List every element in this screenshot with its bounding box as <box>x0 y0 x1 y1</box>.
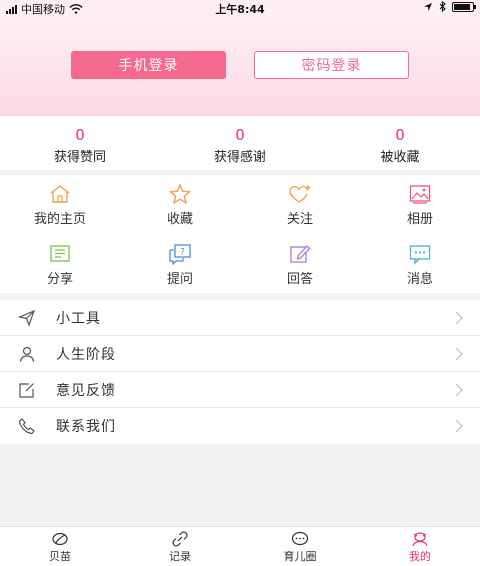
share-icon <box>50 245 70 262</box>
stat-favorited[interactable]: 0 被收藏 <box>320 116 480 170</box>
phone-login-button[interactable]: 手机登录 <box>71 51 226 79</box>
grid-item-favorites[interactable]: 收藏 <box>120 183 240 227</box>
link-icon <box>172 531 188 547</box>
chevron-right-icon <box>455 419 463 433</box>
grid-item-messages[interactable]: 消息 <box>360 243 480 287</box>
grid-item-follow[interactable]: 关注 <box>240 183 360 227</box>
message-icon <box>409 245 431 265</box>
paper-plane-icon <box>18 309 36 327</box>
status-time: 上午8:44 <box>215 3 265 16</box>
chevron-right-icon <box>455 383 463 396</box>
grid-label-favorites: 收藏 <box>166 212 193 227</box>
stat-thanks[interactable]: 0 获得感谢 <box>160 116 320 170</box>
tab-mine[interactable]: 我的 <box>360 527 480 566</box>
stats-bar: 0 获得赞同 0 获得感谢 0 被收藏 <box>0 116 480 170</box>
tab-parenting-circle[interactable]: 育儿圈 <box>240 527 360 566</box>
tab-label-records: 记录 <box>169 550 191 563</box>
phone-icon <box>18 418 35 435</box>
heart-plus-icon <box>289 185 311 203</box>
grid-label-ask: 提问 <box>166 272 193 287</box>
stat-favorited-label: 被收藏 <box>380 150 420 165</box>
pencil-icon <box>290 245 311 263</box>
tab-label-mine: 我的 <box>409 550 431 563</box>
login-header: 手机登录 密码登录 <box>0 16 480 116</box>
stat-likes-value: 0 <box>75 126 85 144</box>
feature-grid: 我的主页 收藏 关注 相册 分享 ? 提问 回答 消息 <box>0 175 480 293</box>
person-icon <box>19 346 35 362</box>
stat-thanks-value: 0 <box>235 126 245 144</box>
grid-label-album: 相册 <box>406 212 433 227</box>
bluetooth-icon <box>439 1 446 12</box>
list-item-tools[interactable]: 小工具 <box>0 300 480 336</box>
grid-item-homepage[interactable]: 我的主页 <box>0 183 120 227</box>
stat-likes-label: 获得赞同 <box>53 150 106 165</box>
feedback-icon <box>19 382 34 398</box>
svg-text:?: ? <box>180 248 185 258</box>
profile-icon <box>412 532 428 547</box>
status-bar: 中国移动 上午8:44 <box>0 0 480 16</box>
grid-label-follow: 关注 <box>286 212 313 227</box>
chevron-right-icon <box>455 347 463 360</box>
album-icon <box>409 185 431 204</box>
grid-label-answer: 回答 <box>286 272 313 287</box>
stat-likes[interactable]: 0 获得赞同 <box>0 116 160 170</box>
grid-item-album[interactable]: 相册 <box>360 183 480 227</box>
settings-list: 小工具 人生阶段 意见反馈 联系我们 <box>0 300 480 444</box>
stat-thanks-label: 获得感谢 <box>213 150 266 165</box>
grid-item-answer[interactable]: 回答 <box>240 243 360 287</box>
list-label-life-stage: 人生阶段 <box>56 346 116 363</box>
location-arrow-icon <box>424 2 432 11</box>
tab-label-parenting-circle: 育儿圈 <box>283 550 317 563</box>
grid-label-share: 分享 <box>46 272 73 287</box>
list-item-life-stage[interactable]: 人生阶段 <box>0 336 480 372</box>
chevron-right-icon <box>455 311 463 324</box>
list-label-contact: 联系我们 <box>56 419 116 435</box>
grid-item-share[interactable]: 分享 <box>0 243 120 287</box>
list-item-feedback[interactable]: 意见反馈 <box>0 372 480 408</box>
tab-records[interactable]: 记录 <box>120 527 240 566</box>
password-login-button[interactable]: 密码登录 <box>254 51 409 79</box>
grid-label-messages: 消息 <box>406 272 433 287</box>
grid-label-homepage: 我的主页 <box>33 212 86 227</box>
bottom-tab-bar: 贝苗 记录 育儿圈 我的 <box>0 526 480 566</box>
list-label-tools: 小工具 <box>56 310 101 327</box>
star-icon <box>168 183 192 205</box>
status-right <box>423 1 476 12</box>
sprout-icon <box>52 532 68 546</box>
grid-item-ask[interactable]: ? 提问 <box>120 243 240 287</box>
tab-label-beimiao: 贝苗 <box>49 550 71 563</box>
question-icon: ? <box>169 244 191 265</box>
battery-icon <box>452 1 476 12</box>
chat-icon <box>291 531 309 546</box>
stat-favorited-value: 0 <box>395 126 405 144</box>
list-item-contact[interactable]: 联系我们 <box>0 408 480 444</box>
home-icon <box>50 185 70 203</box>
tab-beimiao[interactable]: 贝苗 <box>0 527 120 566</box>
list-label-feedback: 意见反馈 <box>56 382 116 399</box>
